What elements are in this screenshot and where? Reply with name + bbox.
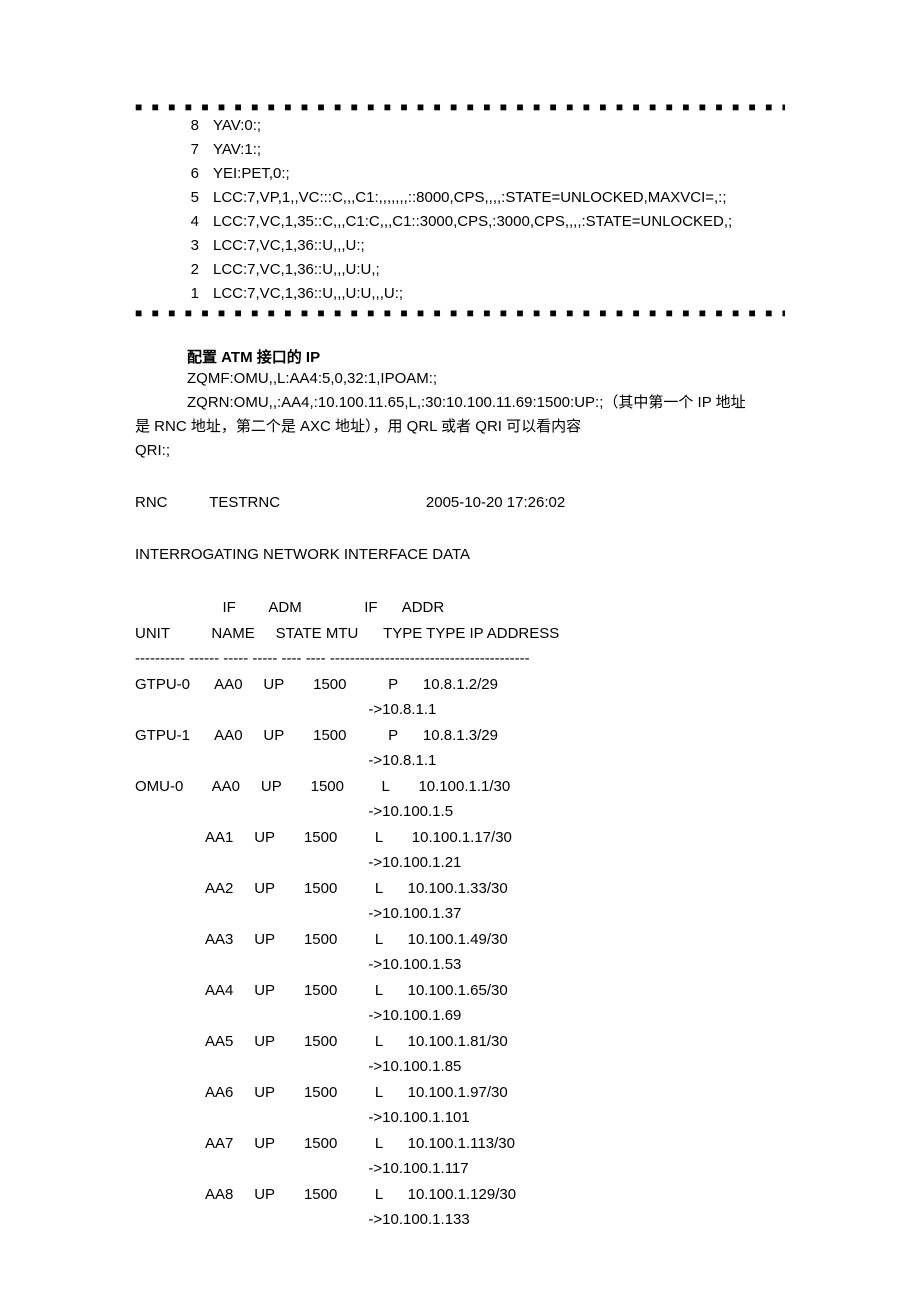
table-row: AA7 UP 1500 L 10.100.1.113/30 <box>135 1131 785 1157</box>
table-row: AA6 UP 1500 L 10.100.1.97/30 <box>135 1080 785 1106</box>
body-line-3: 是 RNC 地址，第二个是 AXC 地址），用 QRL 或者 QRI 可以看内容 <box>135 415 785 439</box>
table-title: INTERROGATING NETWORK INTERFACE DATA <box>135 543 785 567</box>
table-header-sep: ---------- ------ ----- ----- ---- ---- … <box>135 646 785 672</box>
command-row: 7YAV:1:; <box>175 138 785 162</box>
table-row: OMU-0 AA0 UP 1500 L 10.100.1.1/30 <box>135 774 785 800</box>
command-row: 5LCC:7,VP,1,,VC:::C,,,C1:,,,,,,,::8000,C… <box>175 186 785 210</box>
command-text: YAV:1:; <box>213 138 785 162</box>
command-row: 3LCC:7,VC,1,36::U,,,U:; <box>175 234 785 258</box>
rnc-header-line: RNC TESTRNC 2005-10-20 17:26:02 <box>135 491 785 515</box>
command-number: 2 <box>175 258 213 282</box>
command-number: 7 <box>175 138 213 162</box>
body-line-1: ZQMF:OMU,,L:AA4:5,0,32:1,IPOAM:; <box>135 367 785 391</box>
table-row: AA5 UP 1500 L 10.100.1.81/30 <box>135 1029 785 1055</box>
command-text: LCC:7,VC,1,36::U,,,U:; <box>213 234 785 258</box>
table-row: ->10.100.1.101 <box>135 1105 785 1131</box>
command-text: LCC:7,VP,1,,VC:::C,,,C1:,,,,,,,::8000,CP… <box>213 186 785 210</box>
dotted-separator-top: ■ ■ ■ ■ ■ ■ ■ ■ ■ ■ ■ ■ ■ ■ ■ ■ ■ ■ ■ ■ … <box>135 100 785 114</box>
title-atm: ATM <box>217 349 257 366</box>
table-row: AA4 UP 1500 L 10.100.1.65/30 <box>135 978 785 1004</box>
table-row: AA2 UP 1500 L 10.100.1.33/30 <box>135 876 785 902</box>
table-row: ->10.100.1.37 <box>135 901 785 927</box>
command-row: 8YAV:0:; <box>175 114 785 138</box>
table-row: ->10.100.1.53 <box>135 952 785 978</box>
title-mid: 接口的 <box>257 349 302 366</box>
document-page: ■ ■ ■ ■ ■ ■ ■ ■ ■ ■ ■ ■ ■ ■ ■ ■ ■ ■ ■ ■ … <box>0 0 920 1293</box>
rnc-name: TESTRNC <box>209 494 280 511</box>
table-row: ->10.100.1.133 <box>135 1207 785 1233</box>
command-number: 4 <box>175 210 213 234</box>
data-table-body: GTPU-0 AA0 UP 1500 P 10.8.1.2/29 ->10.8.… <box>135 672 785 1233</box>
command-row: 6YEI:PET,0:; <box>175 162 785 186</box>
table-row: ->10.100.1.21 <box>135 850 785 876</box>
table-row: AA3 UP 1500 L 10.100.1.49/30 <box>135 927 785 953</box>
command-row: 1LCC:7,VC,1,36::U,,,U:U,,,U:; <box>175 282 785 306</box>
command-number: 5 <box>175 186 213 210</box>
table-row: GTPU-0 AA0 UP 1500 P 10.8.1.2/29 <box>135 672 785 698</box>
command-text: LCC:7,VC,1,36::U,,,U:U,; <box>213 258 785 282</box>
table-header: IF ADM IF ADDR UNIT NAME STATE MTU TYPE … <box>135 595 785 672</box>
table-row: ->10.100.1.117 <box>135 1156 785 1182</box>
command-text: LCC:7,VC,1,36::U,,,U:U,,,U:; <box>213 282 785 306</box>
body-line-2: ZQRN:OMU,,:AA4,:10.100.11.65,L,:30:10.10… <box>135 391 785 415</box>
table-row: ->10.8.1.1 <box>135 748 785 774</box>
section-title: 配置 ATM 接口的 IP <box>135 346 785 367</box>
command-number: 1 <box>175 282 213 306</box>
command-text: YAV:0:; <box>213 114 785 138</box>
table-row: ->10.100.1.69 <box>135 1003 785 1029</box>
table-row: ->10.100.1.85 <box>135 1054 785 1080</box>
table-header-row2: UNIT NAME STATE MTU TYPE TYPE IP ADDRESS <box>135 621 785 647</box>
command-text: YEI:PET,0:; <box>213 162 785 186</box>
command-number: 3 <box>175 234 213 258</box>
command-row: 4LCC:7,VC,1,35::C,,,C1:C,,,C1::3000,CPS,… <box>175 210 785 234</box>
command-text: LCC:7,VC,1,35::C,,,C1:C,,,C1::3000,CPS,:… <box>213 210 785 234</box>
table-row: ->10.8.1.1 <box>135 697 785 723</box>
command-list: 8YAV:0:;7YAV:1:;6YEI:PET,0:;5LCC:7,VP,1,… <box>135 114 785 306</box>
body-line-4: QRI:; <box>135 439 785 463</box>
title-prefix: 配置 <box>187 349 217 366</box>
rnc-label: RNC <box>135 494 168 511</box>
command-number: 8 <box>175 114 213 138</box>
rnc-datetime: 2005-10-20 17:26:02 <box>426 494 565 511</box>
table-row: AA8 UP 1500 L 10.100.1.129/30 <box>135 1182 785 1208</box>
table-header-row1: IF ADM IF ADDR <box>135 595 785 621</box>
command-number: 6 <box>175 162 213 186</box>
title-ip: IP <box>302 349 320 366</box>
command-row: 2LCC:7,VC,1,36::U,,,U:U,; <box>175 258 785 282</box>
dotted-separator-bottom: ■ ■ ■ ■ ■ ■ ■ ■ ■ ■ ■ ■ ■ ■ ■ ■ ■ ■ ■ ■ … <box>135 306 785 320</box>
table-row: AA1 UP 1500 L 10.100.1.17/30 <box>135 825 785 851</box>
table-row: ->10.100.1.5 <box>135 799 785 825</box>
table-row: GTPU-1 AA0 UP 1500 P 10.8.1.3/29 <box>135 723 785 749</box>
